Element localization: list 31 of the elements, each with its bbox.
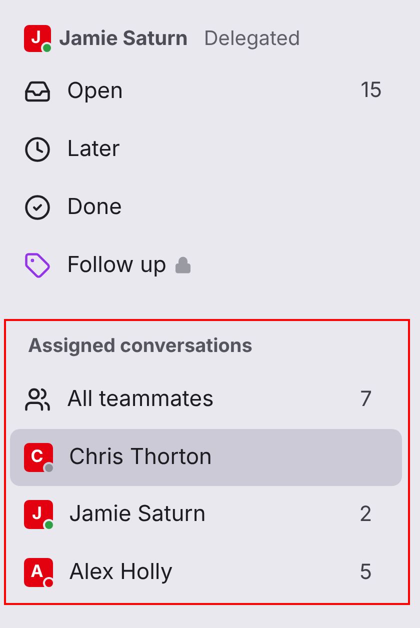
account-role: Delegated xyxy=(204,25,300,52)
teammate-item[interactable]: C Chris Thorton xyxy=(10,428,402,486)
teammate-label: Jamie Saturn xyxy=(69,500,206,530)
teammate-label: All teammates xyxy=(67,385,214,414)
avatar-initial: J xyxy=(31,30,41,46)
nav-label: Done xyxy=(67,192,122,222)
nav-count: 15 xyxy=(360,77,382,106)
nav-item[interactable]: Open 15 xyxy=(0,62,420,120)
clock-icon xyxy=(24,136,51,162)
check-circle-icon xyxy=(24,194,51,220)
teammate-count: 5 xyxy=(359,558,372,586)
nav-item[interactable]: Later xyxy=(0,120,420,178)
nav-item[interactable]: Done xyxy=(0,178,420,236)
nav-label: Follow up xyxy=(67,250,166,280)
people-icon xyxy=(24,386,51,414)
section-heading: Assigned conversations xyxy=(28,332,252,359)
teammate-count: 2 xyxy=(359,501,372,529)
avatar-initial: J xyxy=(32,506,42,524)
account-name: Jamie Saturn xyxy=(59,25,188,52)
teammate-label: Chris Thorton xyxy=(69,442,212,472)
teammate-item[interactable]: J Jamie Saturn 2 xyxy=(10,486,402,544)
avatar-initial: C xyxy=(30,448,44,466)
nav-item[interactable]: Follow up xyxy=(0,236,420,294)
teammate-item[interactable]: All teammates 7 xyxy=(10,371,402,428)
nav-label: Open xyxy=(67,76,124,106)
nav-label: Later xyxy=(67,134,120,164)
teammate-item[interactable]: A Alex Holly 5 xyxy=(10,544,402,601)
avatar-initial: A xyxy=(30,564,44,581)
teammate-label: Alex Holly xyxy=(69,558,173,587)
tag-icon xyxy=(24,252,51,278)
teammate-count: 7 xyxy=(360,386,372,414)
